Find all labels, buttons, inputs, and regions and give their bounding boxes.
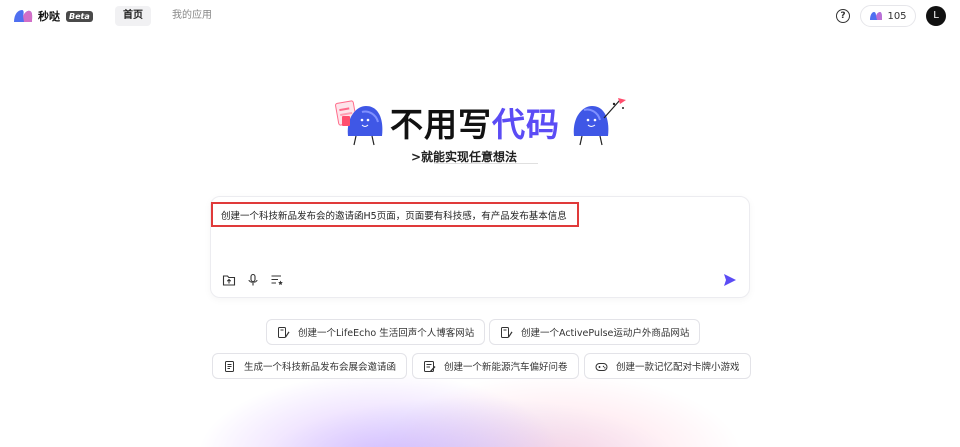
hero-title-accent: 代码 — [492, 105, 560, 144]
tab-my-apps[interactable]: 我的应用 — [164, 6, 220, 26]
suggestion-chip-invitation[interactable]: 生成一个科技新品发布会展会邀请函 — [212, 353, 408, 379]
right-mascot-illustration — [573, 98, 626, 146]
suggestion-label: 创建一个LifeEcho 生活回声个人博客网站 — [298, 328, 475, 339]
suggestion-label: 生成一个科技新品发布会展会邀请函 — [244, 362, 397, 373]
hero-title: 不用写代码 — [390, 98, 560, 146]
logo-mark-icon — [14, 10, 33, 22]
left-mascot-illustration — [335, 100, 383, 146]
edit-doc-icon — [278, 326, 290, 338]
credits-logo-icon — [870, 12, 883, 20]
prompt-input[interactable]: 创建一个科技新品发布会的邀请函H5页面，页面要有科技感，有产品发布基本信息 — [221, 208, 567, 222]
microphone-icon[interactable] — [246, 273, 260, 287]
suggestion-label: 创建一款记忆配对卡牌小游戏 — [616, 362, 740, 373]
suggestion-label: 创建一个ActivePulse运动户外商品网站 — [521, 328, 690, 339]
suggestion-label: 创建一个新能源汽车偏好问卷 — [444, 362, 568, 373]
credits-button[interactable]: 105 — [860, 5, 916, 27]
suggestion-chip-activepulse[interactable]: 创建一个ActivePulse运动户外商品网站 — [489, 319, 701, 345]
credits-count: 105 — [887, 10, 907, 22]
suggestion-chip-game[interactable]: 创建一款记忆配对卡牌小游戏 — [584, 353, 751, 379]
gamepad-icon — [595, 362, 608, 371]
suggestion-chip-lifeecho[interactable]: 创建一个LifeEcho 生活回声个人博客网站 — [266, 319, 486, 345]
subtitle-underline — [434, 163, 538, 164]
survey-icon — [424, 360, 436, 372]
edit-doc-icon — [501, 326, 513, 338]
send-arrow-icon[interactable] — [722, 272, 738, 288]
list-settings-icon[interactable] — [270, 273, 284, 287]
app-name: 秒哒 — [38, 10, 60, 23]
upload-folder-icon[interactable] — [222, 273, 236, 287]
question-circle-icon[interactable]: ? — [836, 9, 850, 23]
top-bar: 秒哒 Beta 首页 我的应用 ? 105 L — [0, 0, 960, 32]
app-logo[interactable]: 秒哒 Beta — [12, 8, 93, 24]
beta-badge: Beta — [66, 10, 93, 22]
hero-title-main: 不用写 — [390, 105, 492, 144]
suggestion-chip-survey[interactable]: 创建一个新能源汽车偏好问卷 — [412, 353, 579, 379]
tab-home[interactable]: 首页 — [115, 6, 151, 26]
avatar[interactable]: L — [926, 6, 946, 26]
document-icon — [225, 360, 234, 372]
